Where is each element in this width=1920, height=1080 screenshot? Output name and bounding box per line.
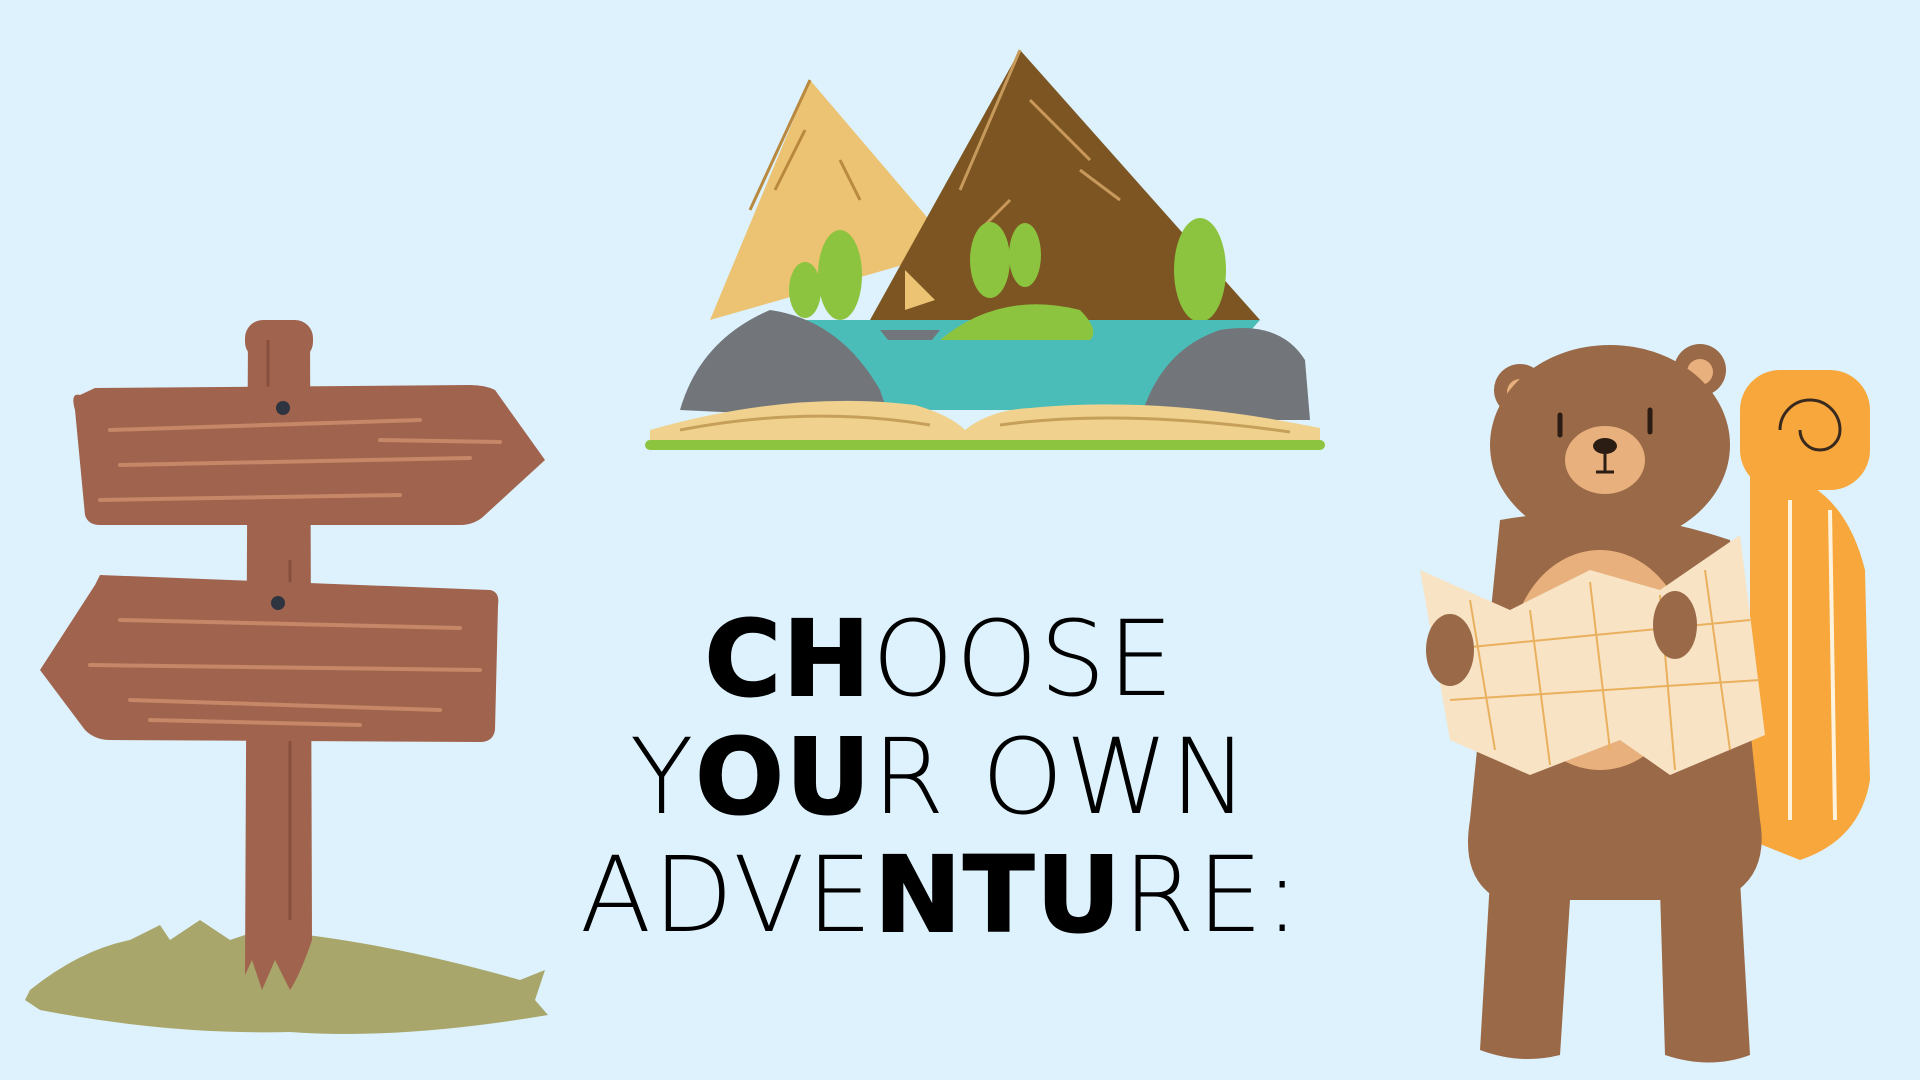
title-line-2: YOUR OWN <box>629 716 1251 838</box>
title-line-1: CHOOSE <box>704 598 1176 720</box>
title-line-3: ADVENTURE: <box>580 834 1302 956</box>
open-book-mountains-icon <box>645 49 1325 450</box>
bear-with-map-icon <box>1420 344 1870 1063</box>
signpost-icon <box>25 320 548 1034</box>
page-title: CHOOSE YOUR OWN ADVENTURE: <box>580 598 1302 956</box>
